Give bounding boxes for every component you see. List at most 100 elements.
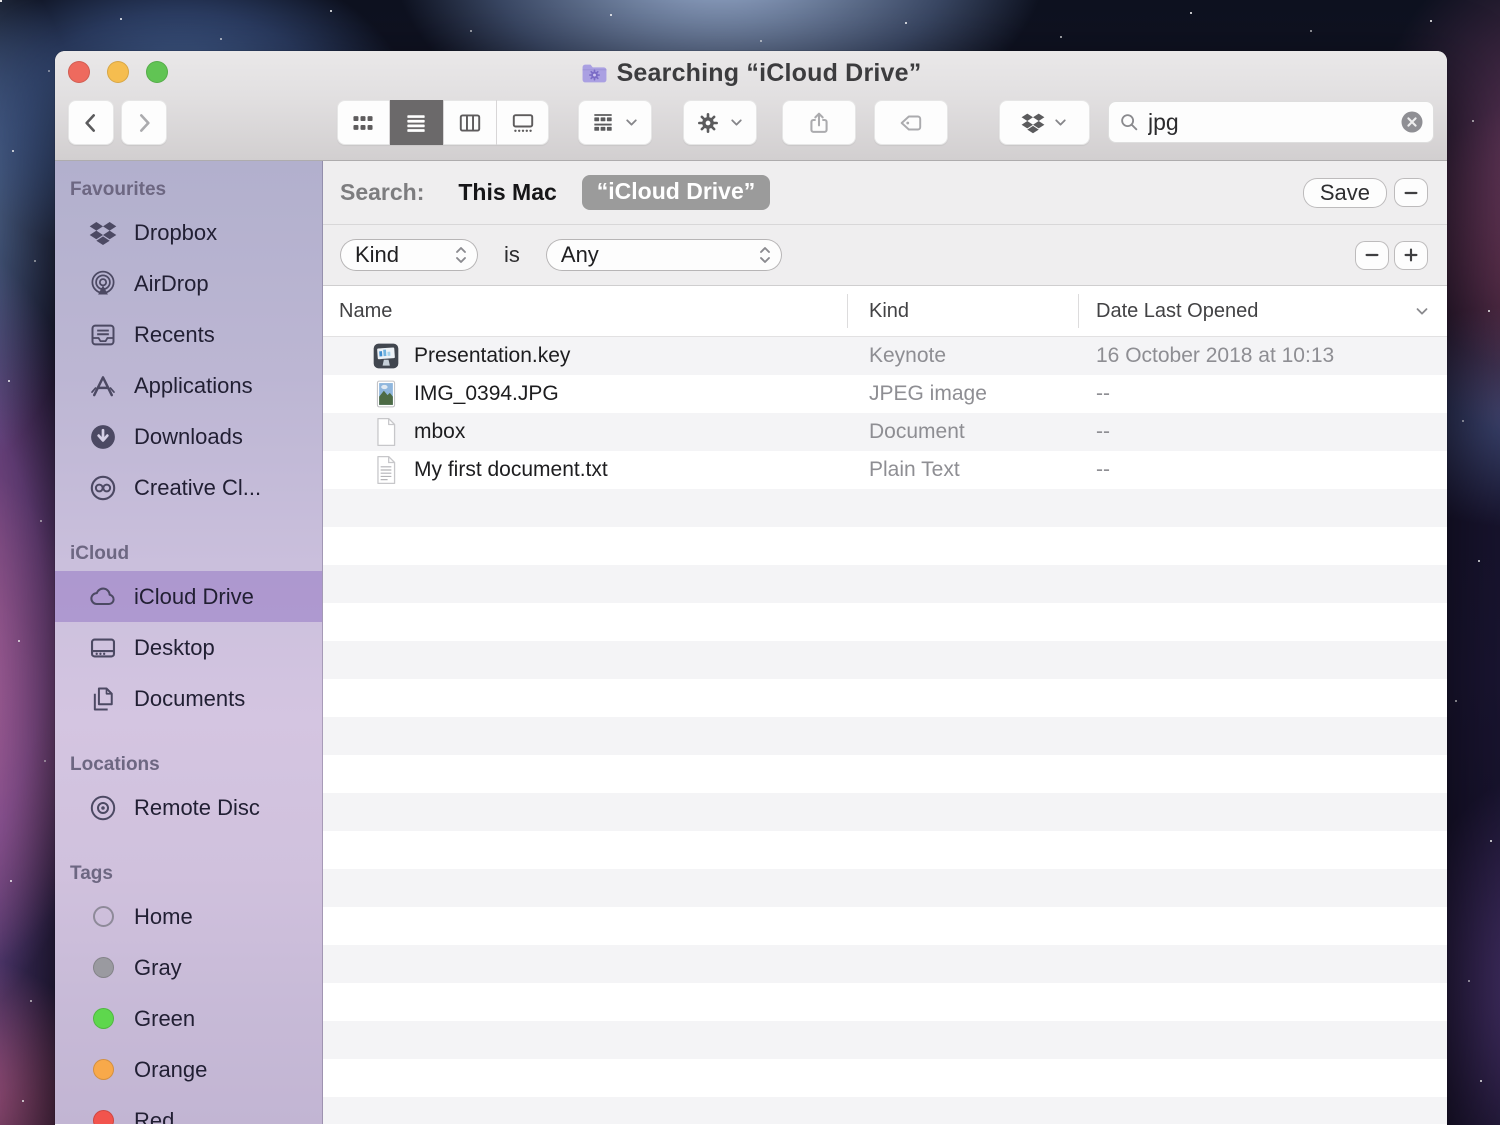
sidebar-item-icloud-drive[interactable]: iCloud Drive (55, 571, 322, 622)
file-row-my-first-document-txt[interactable]: My first document.txt Plain Text -- (323, 451, 1447, 489)
sidebar-section-title: Tags (55, 861, 322, 887)
chevron-right-icon (131, 110, 157, 136)
sidebar-item-label: Home (134, 904, 193, 930)
file-row-presentation-key[interactable]: Presentation.keyKeynote16 October 2018 a… (323, 337, 1447, 375)
sidebar-item-remote-disc[interactable]: Remote Disc (55, 782, 322, 833)
back-button[interactable] (68, 100, 114, 145)
file-name: mbox (414, 413, 465, 451)
window-titlebar[interactable]: Searching “iCloud Drive” (55, 51, 1447, 161)
filter-value: Any (561, 242, 599, 268)
chevron-down-icon (728, 114, 745, 131)
sidebar-item-label: Gray (134, 955, 182, 981)
sidebar-section-title: Locations (55, 752, 322, 778)
sidebar-section-title: iCloud (55, 541, 322, 567)
tag-button[interactable] (874, 100, 948, 145)
sidebar-item-red[interactable]: Red (55, 1095, 322, 1124)
dropbox-icon (88, 218, 118, 248)
forward-button[interactable] (121, 100, 167, 145)
file-date: 16 October 2018 at 10:13 (1096, 337, 1334, 375)
sidebar-item-documents[interactable]: Documents (55, 673, 322, 724)
dropbox-toolbar-button[interactable] (999, 100, 1090, 145)
remove-filter-button[interactable] (1355, 241, 1389, 270)
search-input[interactable] (1148, 109, 1400, 136)
column-header-name[interactable]: Name (339, 286, 392, 336)
sort-direction-icon[interactable] (1413, 302, 1431, 320)
sidebar: Favourites Dropbox AirDrop RecentsApplicati… (55, 161, 323, 1124)
file-row-img-0394-jpg[interactable]: IMG_0394.JPGJPEG image-- (323, 375, 1447, 413)
search-field[interactable] (1108, 101, 1434, 143)
filter-attribute-value: Kind (355, 242, 399, 268)
file-kind: Plain Text (869, 451, 960, 489)
scope-this-mac[interactable]: This Mac (458, 179, 556, 206)
search-icon (1118, 111, 1140, 133)
sidebar-item-label: Green (134, 1006, 195, 1032)
column-divider[interactable] (847, 294, 848, 328)
grid-view-icon (350, 110, 376, 136)
sidebar-item-recents[interactable]: Recents (55, 309, 322, 360)
sidebar-item-gray[interactable]: Gray (55, 942, 322, 993)
sidebar-item-applications[interactable]: Applications (55, 360, 322, 411)
column-header-kind[interactable]: Kind (869, 286, 909, 336)
file-kind: JPEG image (869, 375, 987, 413)
sidebar-item-home[interactable]: Home (55, 891, 322, 942)
filter-value-dropdown[interactable]: Any (546, 239, 782, 271)
remote-disc-icon (88, 793, 118, 823)
file-name: My first document.txt (414, 451, 608, 489)
gear-icon (695, 110, 721, 136)
filter-operator: is (504, 242, 520, 268)
search-scope-label: Search: (340, 179, 424, 206)
filter-attribute-dropdown[interactable]: Kind (340, 239, 478, 271)
minus-icon (1401, 183, 1421, 203)
sidebar-item-airdrop[interactable]: AirDrop (55, 258, 322, 309)
column-headers: Name Kind Date Last Opened (323, 286, 1447, 337)
icon-view-button[interactable] (337, 100, 390, 145)
tag-dot-icon (88, 1055, 118, 1085)
clear-search-button[interactable] (1400, 110, 1424, 134)
scope-icloud-drive[interactable]: “iCloud Drive” (582, 175, 770, 210)
save-search-button[interactable]: Save (1303, 178, 1387, 208)
column-header-date[interactable]: Date Last Opened (1096, 286, 1258, 336)
chevron-down-icon (1052, 114, 1069, 131)
sidebar-item-desktop[interactable]: Desktop (55, 622, 322, 673)
file-name: Presentation.key (414, 337, 570, 375)
file-date: -- (1096, 451, 1110, 489)
airdrop-icon (88, 269, 118, 299)
sidebar-item-label: AirDrop (134, 271, 209, 297)
tag-icon (898, 110, 924, 136)
sidebar-item-label: Remote Disc (134, 795, 260, 821)
desktop-icon (88, 633, 118, 663)
recents-icon (88, 320, 118, 350)
file-date: -- (1096, 413, 1110, 451)
sidebar-section-title: Favourites (55, 177, 322, 203)
action-button[interactable] (683, 100, 757, 145)
tag-dot-icon (88, 1004, 118, 1034)
documents-icon (88, 684, 118, 714)
sidebar-item-downloads[interactable]: Downloads (55, 411, 322, 462)
list-view-button[interactable] (390, 100, 443, 145)
sidebar-item-creative-cl[interactable]: Creative Cl... (55, 462, 322, 513)
sidebar-item-orange[interactable]: Orange (55, 1044, 322, 1095)
clear-icon (1400, 110, 1424, 134)
sidebar-item-dropbox[interactable]: Dropbox (55, 207, 322, 258)
sidebar-item-label: Dropbox (134, 220, 217, 246)
sidebar-item-green[interactable]: Green (55, 993, 322, 1044)
column-view-button[interactable] (444, 100, 497, 145)
tag-dot-icon (88, 902, 118, 932)
image-file-icon (372, 379, 400, 409)
column-divider[interactable] (1078, 294, 1079, 328)
star-field (0, 0, 2, 2)
group-by-button[interactable] (578, 100, 652, 145)
share-button[interactable] (782, 100, 856, 145)
coverflow-view-button[interactable] (497, 100, 549, 145)
text-document-icon (372, 455, 400, 485)
add-filter-button[interactable] (1394, 241, 1428, 270)
sidebar-section-tags: Tags Home Gray Green Orange Red (55, 861, 322, 1124)
file-list[interactable]: Presentation.keyKeynote16 October 2018 a… (323, 337, 1447, 1124)
minus-icon (1362, 245, 1382, 265)
dropbox-icon (1021, 111, 1045, 135)
sidebar-item-label: Red (134, 1108, 174, 1125)
remove-scope-button[interactable] (1394, 178, 1428, 207)
coverflow-view-icon (510, 110, 536, 136)
applications-icon (88, 371, 118, 401)
file-row-mbox[interactable]: mboxDocument-- (323, 413, 1447, 451)
